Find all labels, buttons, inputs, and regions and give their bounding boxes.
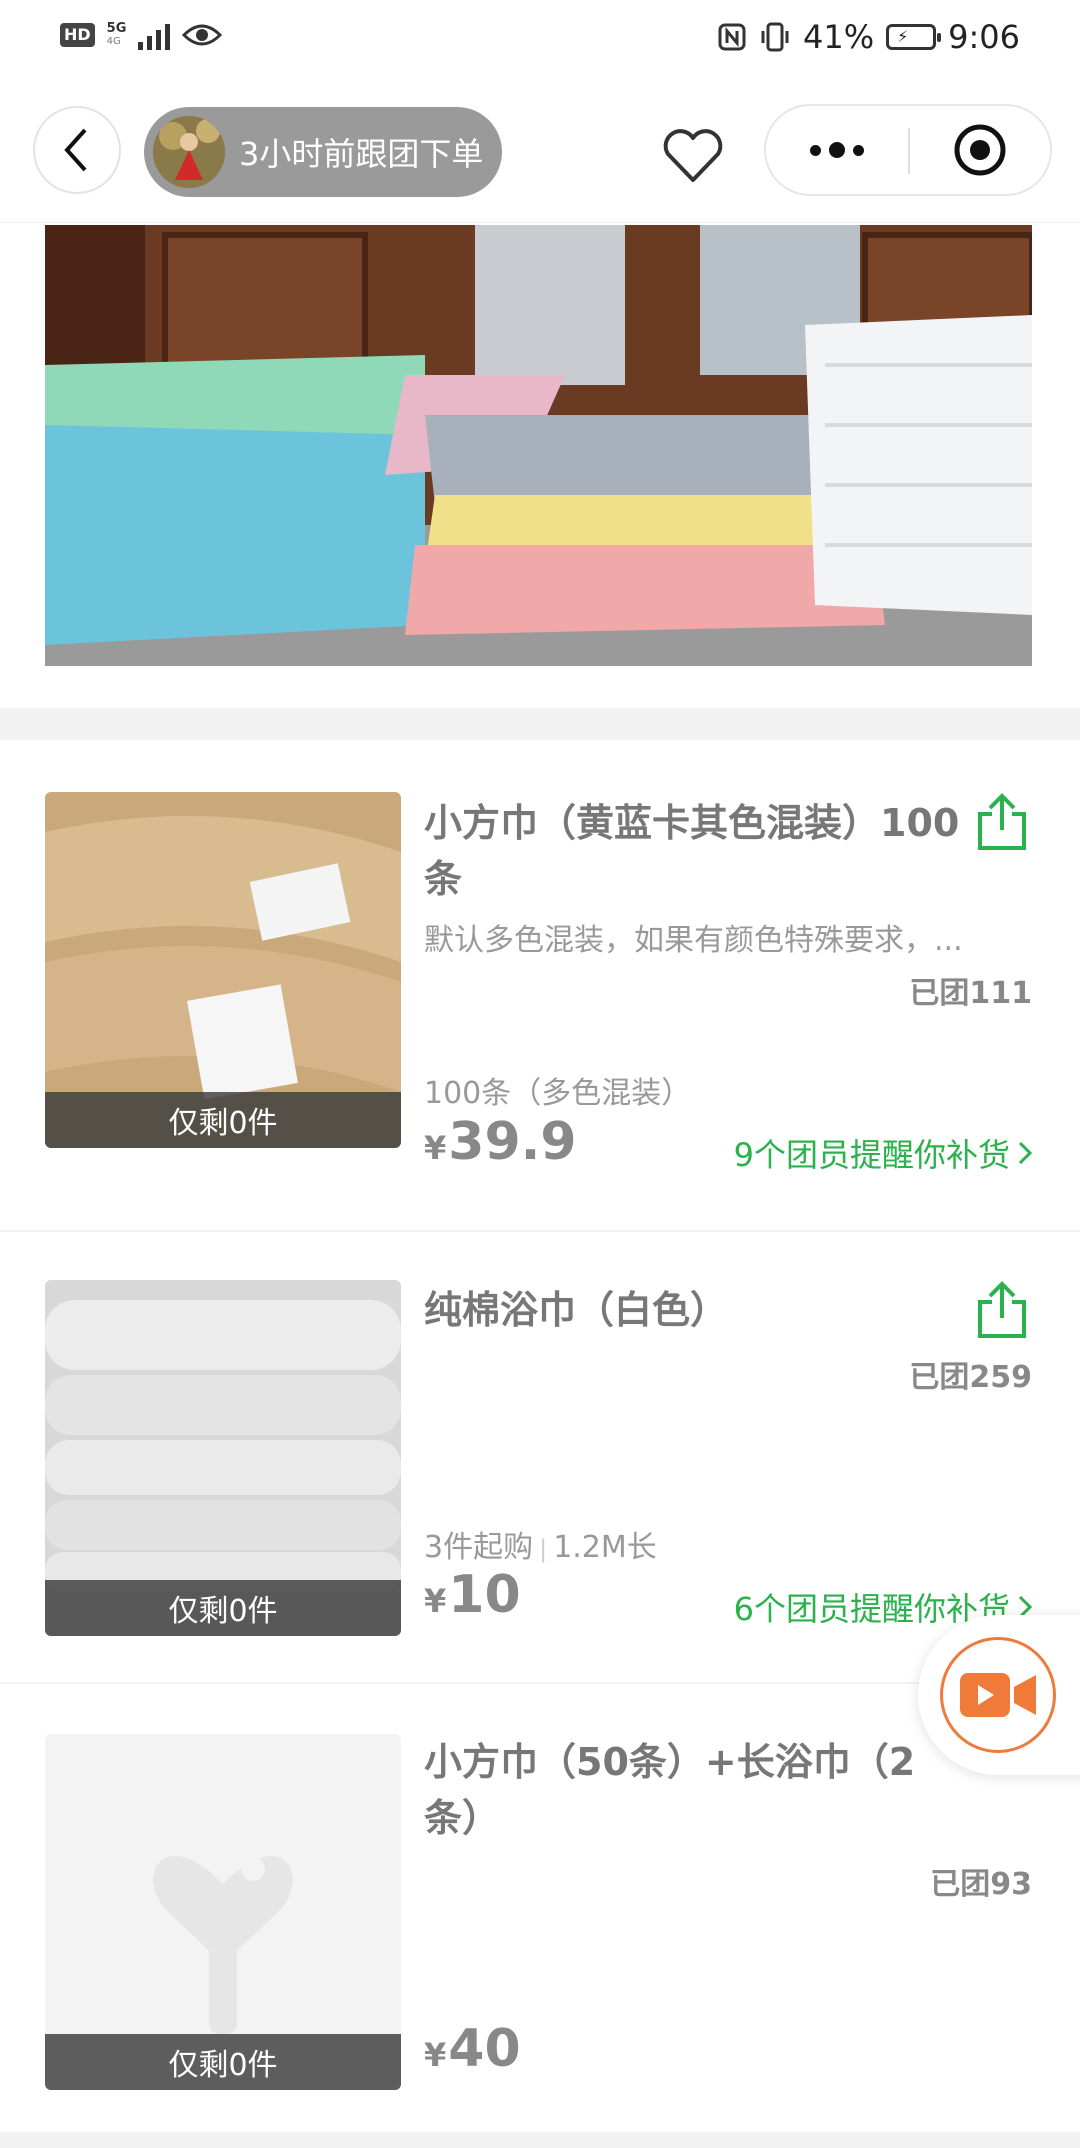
product-title[interactable]: 小方巾（黄蓝卡其色混装）100条	[424, 795, 964, 907]
more-button[interactable]	[766, 106, 908, 194]
spec-min-qty: 3件起购	[424, 1530, 534, 1565]
video-float-button[interactable]	[918, 1615, 1080, 1775]
miniprogram-capsule	[764, 104, 1052, 196]
price-value: 10	[448, 1565, 521, 1625]
hero-image	[45, 225, 1032, 666]
battery-percent: 41%	[803, 18, 875, 56]
price-value: 40	[448, 2019, 521, 2079]
price-currency: ¥	[424, 1582, 447, 1620]
product-spec: 3件起购 | 1.2M长	[424, 1530, 657, 1565]
product-card[interactable]: 仅剩0件 小方巾（50条）+长浴巾（2条） 已团93 ¥ 40	[0, 1684, 1080, 2132]
nav-bar: 3小时前跟团下单	[0, 80, 1080, 223]
recent-order-notice[interactable]: 3小时前跟团下单	[144, 107, 502, 197]
back-icon	[64, 128, 87, 172]
battery-icon: ⚡	[886, 24, 942, 50]
order-notice-text: 3小时前跟团下单	[239, 135, 484, 173]
sold-count: 已团111	[909, 976, 1032, 1011]
restock-reminder-link[interactable]: 9个团员提醒你补货	[734, 1130, 1034, 1176]
vibrate-icon	[761, 22, 789, 52]
product-card[interactable]: 仅剩0件 小方巾（黄蓝卡其色混装）100条 默认多色混装，如果有颜色特殊要求，.…	[0, 740, 1080, 1230]
spec-length: 1.2M长	[553, 1530, 657, 1565]
price-currency: ¥	[424, 1129, 447, 1167]
product-thumbnail[interactable]: 仅剩0件	[45, 1280, 401, 1636]
clock: 9:06	[948, 18, 1020, 56]
share-icon	[978, 793, 1026, 850]
stock-label: 仅剩0件	[45, 1580, 401, 1636]
sold-count: 已团259	[909, 1360, 1032, 1395]
network-type: 5G	[106, 21, 127, 36]
heart-icon	[663, 129, 723, 182]
product-price: ¥ 39.9	[424, 1112, 577, 1172]
nfc-icon	[718, 23, 746, 51]
signal-icon	[138, 20, 171, 50]
hd-badge: HD	[60, 23, 95, 47]
favorite-button[interactable]	[660, 126, 726, 186]
product-title[interactable]: 纯棉浴巾（白色）	[424, 1282, 964, 1338]
chevron-right-icon	[1018, 1141, 1033, 1165]
product-description: 默认多色混装，如果有颜色特殊要求，...	[424, 923, 963, 958]
product-title[interactable]: 小方巾（50条）+长浴巾（2条）	[424, 1734, 964, 1846]
product-thumbnail[interactable]: 仅剩0件	[45, 792, 401, 1148]
back-button[interactable]	[33, 106, 121, 194]
network-sub: 4G	[106, 36, 121, 47]
stock-label: 仅剩0件	[45, 2034, 401, 2090]
product-card[interactable]: 仅剩0件 纯棉浴巾（白色） 已团259 3件起购 | 1.2M长 ¥ 10 6个团员…	[0, 1232, 1080, 1682]
avatar	[153, 116, 225, 188]
status-bar: HD 5G 4G 41% ⚡ 9:06	[0, 0, 1080, 80]
share-button[interactable]	[974, 792, 1030, 852]
eye-icon	[182, 24, 223, 46]
product-thumbnail-placeholder[interactable]: 仅剩0件	[45, 1734, 401, 2090]
price-currency: ¥	[424, 2036, 447, 2074]
video-icon	[960, 1673, 1036, 1717]
close-miniprogram-button[interactable]	[910, 106, 1050, 194]
sold-count: 已团93	[930, 1867, 1032, 1902]
share-button[interactable]	[974, 1280, 1030, 1340]
target-icon	[954, 124, 1006, 176]
restock-reminder-text: 9个团员提醒你补货	[733, 1136, 1010, 1174]
share-icon	[978, 1281, 1026, 1338]
price-value: 39.9	[448, 1112, 577, 1172]
product-price: ¥ 40	[424, 2019, 521, 2079]
product-price: ¥ 10	[424, 1565, 521, 1625]
product-spec: 100条（多色混装）	[424, 1076, 692, 1111]
stock-label: 仅剩0件	[45, 1092, 401, 1148]
